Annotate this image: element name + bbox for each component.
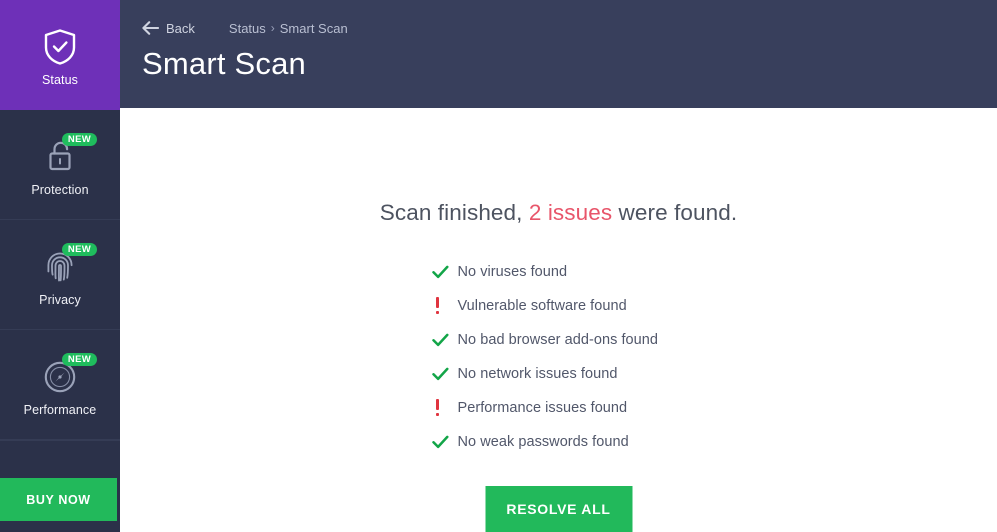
resolve-all-button[interactable]: RESOLVE ALL	[485, 486, 632, 532]
new-badge: NEW	[61, 132, 97, 147]
list-item: No bad browser add-ons found	[431, 323, 692, 357]
list-item-label: No weak passwords found	[457, 433, 629, 450]
list-item-label: No network issues found	[457, 365, 618, 382]
list-item-label: No bad browser add-ons found	[457, 331, 658, 348]
sidebar-item-label: Protection	[31, 182, 89, 197]
breadcrumb-separator: ›	[270, 21, 275, 35]
list-item-label: Vulnerable software found	[457, 297, 627, 314]
application-window: Status NEW Protection NEW Privacy NEW Pe…	[0, 0, 997, 532]
page-title: Smart Scan	[142, 46, 306, 81]
back-label: Back	[166, 20, 195, 36]
arrow-left-icon	[142, 21, 159, 35]
check-icon	[431, 435, 458, 449]
scan-summary-suffix: were found.	[612, 200, 738, 225]
speedometer-icon: NEW	[37, 352, 97, 400]
sidebar-navigation: Status NEW Protection NEW Privacy NEW Pe…	[0, 0, 120, 532]
sidebar-item-label: Status	[41, 72, 79, 87]
sidebar-item-privacy[interactable]: NEW Privacy	[0, 220, 120, 330]
list-item: Performance issues found	[432, 391, 692, 425]
sidebar-spacer: BUY NOW	[0, 440, 120, 532]
buy-now-button[interactable]: BUY NOW	[0, 478, 117, 521]
sidebar-item-label: Privacy	[39, 292, 81, 307]
check-icon	[431, 367, 458, 381]
issues-count: 2 issues	[528, 200, 613, 225]
breadcrumb-current: Smart Scan	[279, 20, 348, 36]
list-item: No viruses found	[431, 255, 692, 289]
check-icon	[431, 265, 458, 279]
breadcrumb: Status › Smart Scan	[229, 21, 348, 36]
sidebar-item-protection[interactable]: NEW Protection	[0, 110, 120, 220]
sidebar-item-performance[interactable]: NEW Performance	[0, 330, 120, 440]
back-button[interactable]: Back	[142, 21, 195, 36]
header-navigation-row: Back Status › Smart Scan	[142, 18, 997, 38]
exclamation-icon	[432, 399, 458, 416]
breadcrumb-parent[interactable]: Status	[229, 21, 266, 36]
sidebar-item-label: Performance	[23, 402, 97, 417]
shield-check-icon	[37, 24, 83, 70]
list-item-label: No viruses found	[457, 263, 568, 280]
exclamation-icon	[432, 297, 458, 314]
new-badge: NEW	[61, 352, 97, 367]
list-item-label: Performance issues found	[457, 399, 628, 416]
new-badge: NEW	[61, 242, 97, 257]
fingerprint-icon: NEW	[37, 242, 97, 290]
scan-summary-prefix: Scan finished,	[379, 200, 529, 225]
list-item: Vulnerable software found	[432, 289, 692, 323]
page-header: Back Status › Smart Scan Smart Scan	[120, 0, 997, 108]
content-area: Scan finished, 2 issues were found. No v…	[120, 108, 997, 532]
scan-summary: Scan finished, 2 issues were found.	[379, 200, 738, 225]
sidebar-item-status[interactable]: Status	[0, 0, 120, 110]
check-icon	[431, 333, 458, 347]
scan-results-list: No viruses found Vulnerable software fou…	[431, 255, 692, 459]
list-item: No network issues found	[431, 357, 692, 391]
open-padlock-icon: NEW	[37, 132, 97, 180]
main-panel: Back Status › Smart Scan Smart Scan Scan…	[120, 0, 997, 532]
list-item: No weak passwords found	[431, 425, 692, 459]
